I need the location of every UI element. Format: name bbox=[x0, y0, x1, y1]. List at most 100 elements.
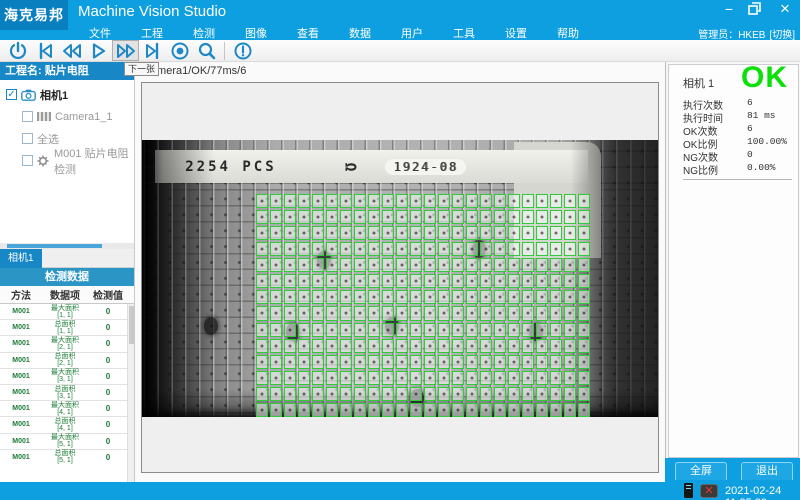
detection-box bbox=[354, 226, 366, 240]
detection-box bbox=[550, 210, 562, 224]
detection-box bbox=[438, 323, 450, 337]
detection-box bbox=[312, 403, 324, 417]
stat-label: NG次数 bbox=[683, 149, 747, 162]
table-row[interactable]: M001最大面积[5, 1]0 bbox=[0, 434, 134, 450]
table-row[interactable]: M001最大面积[3, 1]0 bbox=[0, 369, 134, 385]
last-image-icon[interactable] bbox=[139, 40, 166, 61]
detection-box bbox=[326, 210, 338, 224]
detection-box bbox=[298, 226, 310, 240]
method-cell: M001 bbox=[0, 320, 42, 335]
detection-box bbox=[452, 387, 464, 401]
detection-box bbox=[438, 258, 450, 272]
tree-item-label: Camera1_1 bbox=[55, 111, 112, 123]
detection-box bbox=[438, 194, 450, 208]
tree-item-Camera1_1[interactable]: Camera1_1 bbox=[0, 108, 134, 125]
detection-box bbox=[452, 274, 464, 288]
stats-divider bbox=[683, 179, 792, 180]
detection-box bbox=[354, 242, 366, 256]
detection-box bbox=[326, 339, 338, 353]
power-icon[interactable] bbox=[4, 40, 31, 61]
detection-overlay-grid bbox=[256, 194, 590, 417]
table-row[interactable]: M001总面积[4, 1]0 bbox=[0, 417, 134, 433]
stat-value: 100.00% bbox=[747, 136, 787, 149]
detection-box bbox=[326, 242, 338, 256]
fullscreen-button[interactable]: 全屏 bbox=[675, 462, 727, 480]
method-cell: M001 bbox=[0, 417, 42, 432]
detection-box bbox=[438, 210, 450, 224]
detection-box bbox=[270, 194, 282, 208]
detection-box bbox=[340, 387, 352, 401]
detection-box bbox=[536, 403, 548, 417]
table-row[interactable]: M001总面积[2, 1]0 bbox=[0, 353, 134, 369]
detection-box bbox=[508, 258, 520, 272]
table-row[interactable]: M001总面积[3, 1]0 bbox=[0, 385, 134, 401]
restore-icon[interactable] bbox=[748, 2, 766, 18]
table-row[interactable]: M001最大面积[4, 1]0 bbox=[0, 401, 134, 417]
record-icon[interactable] bbox=[166, 40, 193, 61]
detection-box bbox=[340, 258, 352, 272]
tree-item-相机1[interactable]: ✓相机1 bbox=[0, 86, 134, 103]
detection-box bbox=[522, 371, 534, 385]
checkbox-checked[interactable]: ✓ bbox=[6, 89, 17, 100]
checkbox-unchecked[interactable] bbox=[22, 155, 33, 166]
value-cell: 0 bbox=[88, 434, 128, 449]
table-row[interactable]: M001总面积[1, 1]0 bbox=[0, 320, 134, 336]
detection-box bbox=[396, 306, 408, 320]
detection-box bbox=[550, 242, 562, 256]
detection-box bbox=[340, 306, 352, 320]
prev-image-icon[interactable] bbox=[58, 40, 85, 61]
detection-box bbox=[564, 194, 576, 208]
detection-box bbox=[284, 323, 296, 337]
table-vertical-scrollbar[interactable] bbox=[127, 304, 134, 482]
detection-box bbox=[312, 355, 324, 369]
alert-icon[interactable] bbox=[229, 40, 256, 61]
tree-horizontal-scrollbar[interactable] bbox=[0, 243, 134, 249]
detection-box bbox=[466, 323, 478, 337]
detection-box bbox=[340, 274, 352, 288]
close-icon[interactable]: × bbox=[776, 2, 794, 18]
detection-box bbox=[494, 226, 506, 240]
zoom-icon[interactable] bbox=[193, 40, 220, 61]
detection-box bbox=[256, 290, 268, 304]
value-cell: 0 bbox=[88, 336, 128, 351]
detection-box bbox=[550, 306, 562, 320]
detection-box bbox=[256, 194, 268, 208]
table-row[interactable]: M001最大面积[2, 1]0 bbox=[0, 336, 134, 352]
stat-row-NG次数: NG次数0 bbox=[683, 149, 792, 162]
detection-box bbox=[550, 403, 562, 417]
stat-label: NG比例 bbox=[683, 162, 747, 175]
stat-row-执行次数: 执行次数6 bbox=[683, 97, 792, 110]
detection-box bbox=[368, 290, 380, 304]
table-row[interactable]: M001最大面积[1, 1]0 bbox=[0, 304, 134, 320]
detection-box bbox=[256, 306, 268, 320]
scrollbar-thumb[interactable] bbox=[129, 306, 134, 344]
detection-box bbox=[410, 323, 422, 337]
detection-box bbox=[382, 210, 394, 224]
col-item: 数据项 bbox=[42, 286, 88, 303]
run-icon[interactable] bbox=[85, 40, 112, 61]
next-image-icon[interactable] bbox=[112, 40, 139, 61]
detection-box bbox=[326, 403, 338, 417]
switch-user-link[interactable]: [切换] bbox=[769, 26, 795, 41]
detection-box bbox=[564, 274, 576, 288]
minimize-icon[interactable]: − bbox=[720, 2, 738, 18]
table-row[interactable]: M001总面积[5, 1]0 bbox=[0, 450, 134, 464]
first-image-icon[interactable] bbox=[31, 40, 58, 61]
tree-item-M001 贴片电阻检测[interactable]: M001 贴片电阻检测 bbox=[0, 152, 134, 169]
detection-box bbox=[452, 258, 464, 272]
checkbox-unchecked[interactable] bbox=[22, 111, 33, 122]
detection-box bbox=[396, 226, 408, 240]
exit-button[interactable]: 退出 bbox=[741, 462, 793, 480]
scrollbar-thumb[interactable] bbox=[7, 244, 102, 248]
detection-box bbox=[396, 242, 408, 256]
detection-box bbox=[368, 306, 380, 320]
item-cell: 总面积[5, 1] bbox=[42, 450, 88, 464]
detection-box bbox=[564, 306, 576, 320]
tab-camera1[interactable]: 相机1 bbox=[0, 249, 42, 268]
checkbox-unchecked[interactable] bbox=[22, 133, 33, 144]
item-cell: 最大面积[3, 1] bbox=[42, 369, 88, 384]
detection-box bbox=[284, 242, 296, 256]
camera-canvas[interactable]: 2254 PCS Ω 1924-08 bbox=[141, 82, 659, 473]
detection-box bbox=[326, 306, 338, 320]
value-cell: 0 bbox=[88, 417, 128, 432]
